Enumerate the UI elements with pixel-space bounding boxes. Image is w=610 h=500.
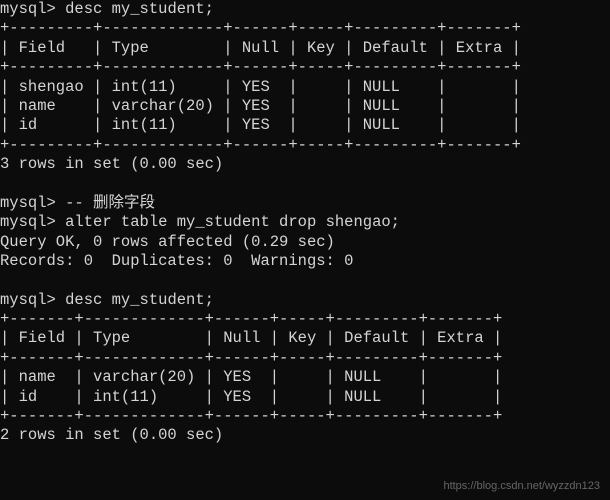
table1-row-0: | shengao | int(11) | YES | | NULL | | [0,78,521,96]
result-2a: Query OK, 0 rows affected (0.29 sec) [0,233,335,251]
command-comment: -- 删除字段 [65,194,155,212]
table1-border-mid: +---------+-------------+------+-----+--… [0,58,521,76]
result-1: 3 rows in set (0.00 sec) [0,155,223,173]
watermark: https://blog.csdn.net/wyzzdn123 [443,480,600,494]
table1-header: | Field | Type | Null | Key | Default | … [0,39,521,57]
table2-row-1: | id | int(11) | YES | | NULL | | [0,388,502,406]
terminal-output[interactable]: mysql> desc my_student; +---------+-----… [0,0,610,446]
table2-header: | Field | Type | Null | Key | Default | … [0,329,502,347]
table2-border-mid: +-------+-------------+------+-----+----… [0,349,502,367]
table2-border-bot: +-------+-------------+------+-----+----… [0,407,502,425]
table2-border-top: +-------+-------------+------+-----+----… [0,310,502,328]
table1-row-1: | name | varchar(20) | YES | | NULL | | [0,97,521,115]
table1-row-2: | id | int(11) | YES | | NULL | | [0,116,521,134]
prompt: mysql> [0,194,56,212]
prompt: mysql> [0,213,56,231]
prompt: mysql> [0,0,56,18]
command-alter: alter table my_student drop shengao; [65,213,400,231]
command-desc-2: desc my_student; [65,291,214,309]
prompt: mysql> [0,291,56,309]
table2-row-0: | name | varchar(20) | YES | | NULL | | [0,368,502,386]
table1-border-top: +---------+-------------+------+-----+--… [0,19,521,37]
result-3: 2 rows in set (0.00 sec) [0,426,223,444]
table1-border-bot: +---------+-------------+------+-----+--… [0,136,521,154]
command-desc-1: desc my_student; [65,0,214,18]
result-2b: Records: 0 Duplicates: 0 Warnings: 0 [0,252,353,270]
